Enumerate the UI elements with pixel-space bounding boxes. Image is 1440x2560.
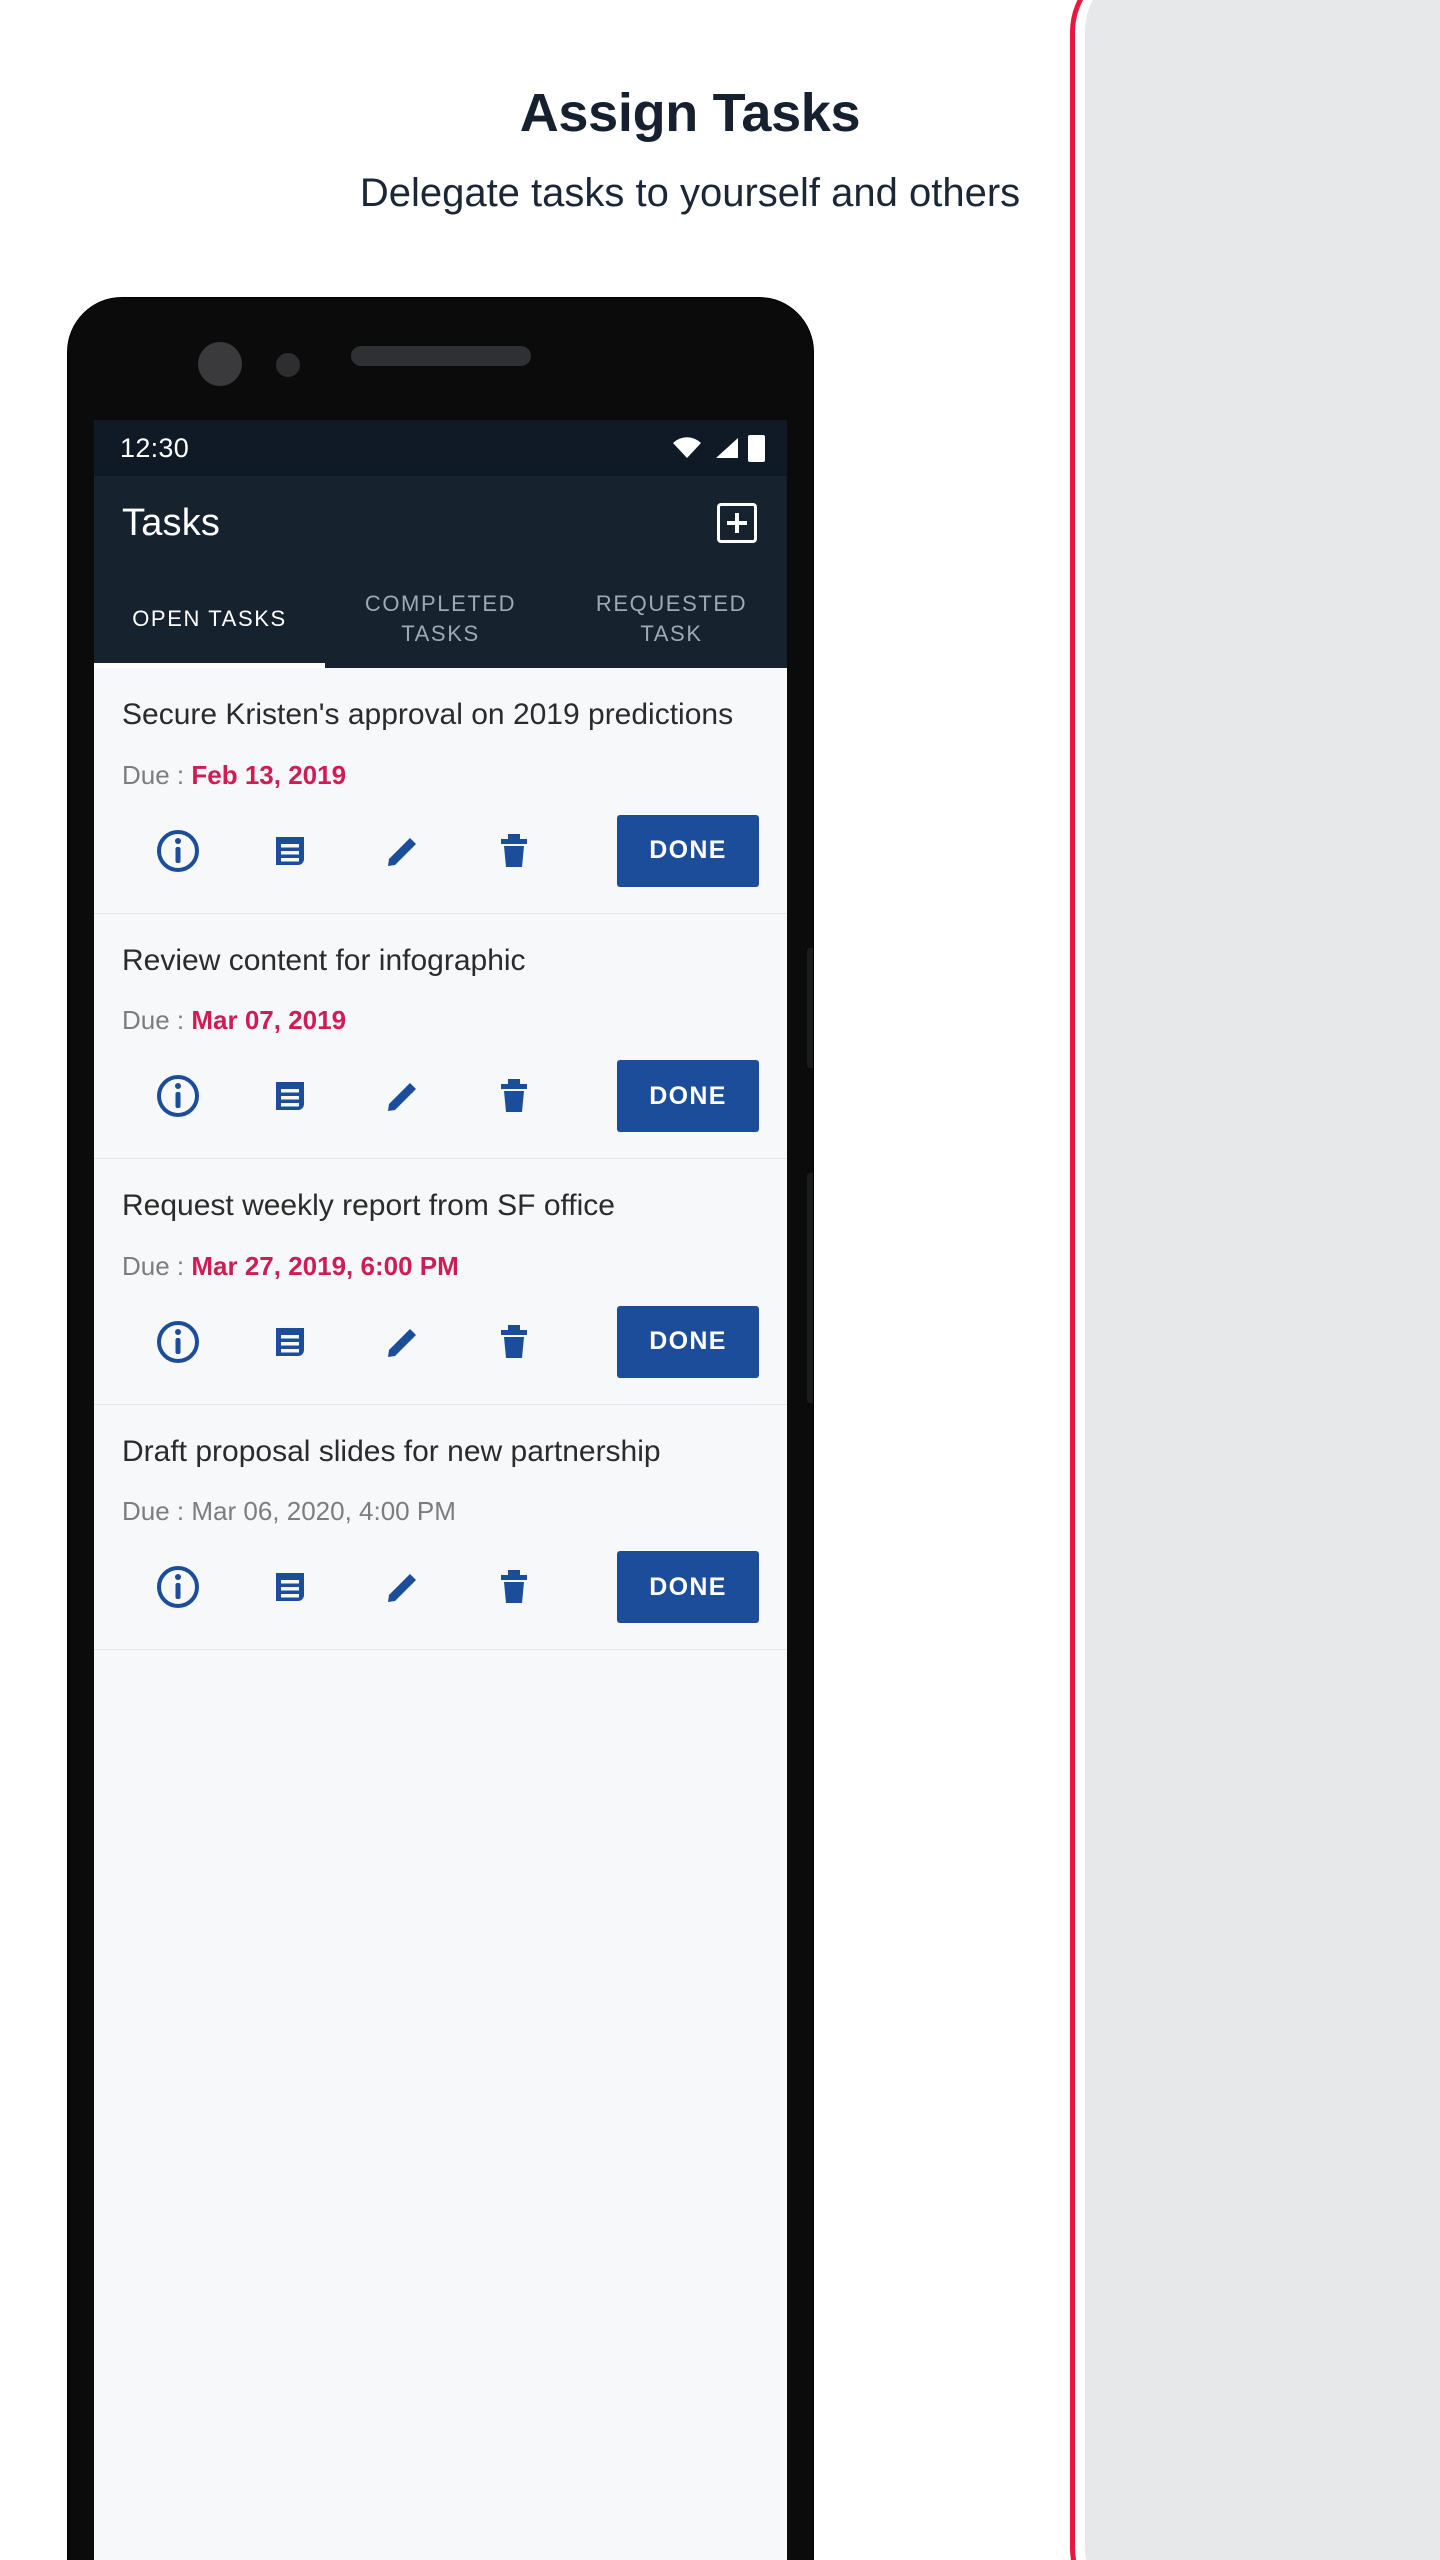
- tab-bar: OPEN TASKS COMPLETED TASKS REQUESTED TAS…: [94, 570, 787, 668]
- app-bar-title: Tasks: [122, 501, 221, 544]
- delete-icon[interactable]: [458, 1320, 570, 1364]
- task-action-bar: DONE: [122, 1305, 759, 1378]
- due-value: Mar 27, 2019, 6:00 PM: [191, 1250, 459, 1281]
- info-icon[interactable]: [122, 829, 234, 873]
- signal-icon: [711, 437, 739, 459]
- task-due: Due : Mar 27, 2019, 6:00 PM: [122, 1251, 759, 1282]
- edit-icon[interactable]: [346, 829, 458, 873]
- comment-icon[interactable]: [234, 829, 346, 873]
- sensor-icon: [276, 353, 300, 377]
- task-due: Due : Feb 13, 2019: [122, 760, 759, 791]
- due-value: Mar 07, 2019: [191, 1005, 347, 1035]
- app-bar: Tasks: [94, 476, 787, 570]
- comment-icon[interactable]: [234, 1565, 346, 1609]
- tab-open-tasks[interactable]: OPEN TASKS: [94, 570, 325, 668]
- comment-icon[interactable]: [234, 1320, 346, 1364]
- front-camera-icon: [198, 342, 242, 386]
- info-icon[interactable]: [122, 1565, 234, 1609]
- done-button[interactable]: DONE: [617, 814, 759, 887]
- delete-icon[interactable]: [458, 1565, 570, 1609]
- power-button[interactable]: [807, 1173, 813, 1403]
- done-button[interactable]: DONE: [617, 1060, 759, 1132]
- page-title: Assign Tasks: [519, 83, 861, 143]
- delete-icon[interactable]: [458, 1074, 570, 1118]
- task-row[interactable]: Secure Kristen's approval on 2019 predic…: [94, 668, 787, 914]
- task-title: Draft proposal slides for new partnershi…: [122, 1434, 661, 1468]
- due-prefix: Due :: [122, 1250, 192, 1281]
- phone-mockup: 12:30 Tasks OPEN TASKS COMPLETED TASKS R…: [68, 298, 813, 2560]
- promo-header: Assign Tasks Delegate tasks to yourself …: [0, 0, 1380, 217]
- due-prefix: Due :: [122, 1005, 192, 1035]
- task-row[interactable]: Review content for infographic Due : Mar…: [94, 914, 787, 1159]
- task-title: Secure Kristen's approval on 2019 predic…: [122, 698, 734, 731]
- due-value: Feb 13, 2019: [191, 759, 347, 790]
- add-icon[interactable]: [717, 503, 757, 543]
- earpiece-speaker: [351, 346, 531, 366]
- done-button[interactable]: DONE: [617, 1551, 759, 1623]
- info-icon[interactable]: [122, 1320, 234, 1364]
- delete-icon[interactable]: [458, 829, 570, 873]
- task-action-bar: DONE: [122, 1060, 759, 1132]
- edit-icon[interactable]: [346, 1565, 458, 1609]
- due-value: Mar 06, 2020, 4:00 PM: [191, 1496, 456, 1526]
- tab-requested-task[interactable]: REQUESTED TASK: [556, 570, 787, 668]
- page-subtitle: Delegate tasks to yourself and others: [359, 171, 1021, 216]
- tab-completed-tasks[interactable]: COMPLETED TASKS: [325, 570, 556, 668]
- battery-icon: [748, 434, 765, 462]
- task-title: Request weekly report from SF office: [122, 1189, 615, 1222]
- done-button[interactable]: DONE: [617, 1305, 759, 1378]
- task-row[interactable]: Draft proposal slides for new partnershi…: [94, 1405, 787, 1650]
- edit-icon[interactable]: [346, 1320, 458, 1364]
- task-action-bar: DONE: [122, 814, 759, 887]
- task-due: Due : Mar 07, 2019: [122, 1005, 759, 1036]
- info-icon[interactable]: [122, 1074, 234, 1118]
- task-action-bar: DONE: [122, 1551, 759, 1623]
- wifi-icon: [672, 437, 702, 459]
- task-due: Due : Mar 06, 2020, 4:00 PM: [122, 1496, 759, 1527]
- status-bar: 12:30: [94, 420, 787, 476]
- task-row[interactable]: Request weekly report from SF office Due…: [94, 1159, 787, 1405]
- volume-button[interactable]: [807, 948, 813, 1068]
- status-time: 12:30: [120, 432, 190, 463]
- due-prefix: Due :: [122, 1496, 192, 1526]
- device-frame-outline: [1070, 0, 1440, 2560]
- promo-page: Assign Tasks Delegate tasks to yourself …: [0, 0, 1440, 2560]
- task-title: Review content for infographic: [122, 943, 526, 977]
- phone-bezel-top: [68, 298, 813, 420]
- comment-icon[interactable]: [234, 1074, 346, 1118]
- due-prefix: Due :: [122, 759, 192, 790]
- status-icon-group: [672, 434, 765, 462]
- task-list[interactable]: Secure Kristen's approval on 2019 predic…: [94, 668, 787, 2560]
- edit-icon[interactable]: [346, 1074, 458, 1118]
- phone-screen: 12:30 Tasks OPEN TASKS COMPLETED TASKS R…: [94, 420, 787, 2560]
